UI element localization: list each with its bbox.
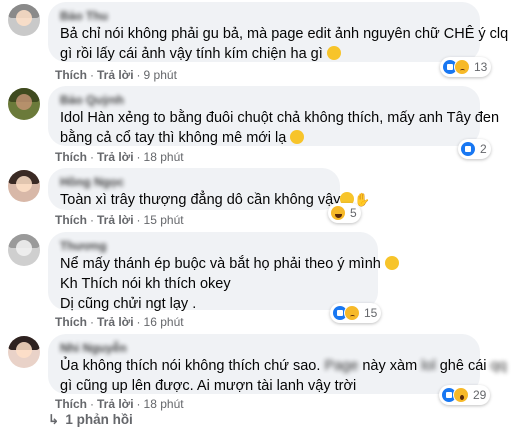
reply-button[interactable]: Trả lời: [97, 213, 134, 227]
comment-text-line: Toàn xì trây thượng đẳng dô cần không vậ…: [60, 192, 341, 208]
reaction-summary[interactable]: 5: [328, 203, 361, 223]
timestamp[interactable]: 15 phút: [144, 213, 184, 227]
comment-text-line: Nể mấy thánh ép buộc và bắt họ phải theo…: [60, 256, 381, 272]
like-button[interactable]: Thích: [55, 150, 87, 164]
comment-text-line: Dị cũng chửi ngt lạy .: [60, 296, 197, 312]
avatar[interactable]: [8, 234, 40, 266]
comment-bubble: Thương Nể mấy thánh ép buộc và bắt họ ph…: [48, 232, 399, 312]
view-replies-label: 1 phản hồi: [65, 412, 133, 427]
comment-bubble: Hồng Ngọc Toàn xì trây thượng đẳng dô cầ…: [48, 168, 371, 210]
comment-text-line: Kh Thích nói kh thích okey: [60, 276, 231, 292]
comment-author[interactable]: Hồng Ngọc: [60, 174, 328, 190]
comment-text-line: Ủa không thích nói không thích chứ sao.: [60, 358, 321, 374]
censored-word: qq: [490, 358, 507, 374]
timestamp[interactable]: 9 phút: [144, 68, 177, 82]
wow-reaction-icon: [453, 387, 469, 403]
avatar[interactable]: [8, 170, 40, 202]
comment-text-line: gì cũng up lên được. Ai mượn tài lanh vậ…: [60, 378, 357, 394]
timestamp[interactable]: 18 phút: [144, 397, 184, 411]
like-button[interactable]: Thích: [55, 68, 87, 82]
comment-bubble: Bảo Quỳnh Idol Hàn xẻng to bằng đuôi chu…: [48, 86, 500, 146]
reply-button[interactable]: Trả lời: [97, 315, 134, 329]
comment-text-line: Bả chỉ nói không phải gu bả, mà page edi…: [60, 26, 509, 42]
comment-author[interactable]: Thương: [60, 238, 366, 254]
comment-actions: Thích · Trả lời · 15 phút: [55, 213, 184, 227]
timestamp[interactable]: 16 phút: [144, 315, 184, 329]
avatar[interactable]: [8, 4, 40, 36]
censored-word: Page: [324, 358, 359, 374]
sad-reaction-icon: [344, 305, 360, 321]
comment-actions: Thích · Trả lời · 18 phút: [55, 150, 184, 164]
reply-button[interactable]: Trả lời: [97, 397, 134, 411]
comment-text-line: Idol Hàn xẻng to bằng đuôi chuột chả khô…: [60, 110, 500, 126]
haha-reaction-icon: [330, 205, 346, 221]
like-button[interactable]: Thích: [55, 213, 87, 227]
comment-text-line: bằng cả cổ tay thì không mê mới lạ: [60, 130, 287, 146]
comment-author[interactable]: Bảo Thu: [60, 8, 468, 24]
timestamp[interactable]: 18 phút: [144, 150, 184, 164]
censored-word: lol: [421, 358, 436, 374]
reply-button[interactable]: Trả lời: [97, 68, 134, 82]
reaction-summary[interactable]: 15: [330, 303, 382, 323]
reaction-count: 29: [473, 388, 487, 402]
avatar[interactable]: [8, 336, 40, 368]
reaction-count: 13: [474, 60, 488, 74]
comment-actions: Thích · Trả lời · 16 phút: [55, 315, 184, 329]
confused-face-emoji: [326, 46, 341, 60]
comment-author[interactable]: Bảo Quỳnh: [60, 92, 468, 108]
reaction-count: 15: [364, 306, 378, 320]
comment-bubble: Nhi Nguyễn Ủa không thích nói không thíc…: [48, 334, 507, 394]
like-button[interactable]: Thích: [55, 315, 87, 329]
reaction-summary[interactable]: 2: [458, 139, 491, 159]
reply-button[interactable]: Trả lời: [97, 150, 134, 164]
reaction-summary[interactable]: 29: [439, 385, 491, 405]
comment-bubble: Bảo Thu Bả chỉ nói không phải gu bả, mà …: [48, 2, 509, 62]
comment-actions: Thích · Trả lời · 18 phút: [55, 397, 184, 411]
reaction-count: 2: [480, 142, 487, 156]
reaction-count: 5: [350, 206, 357, 220]
comment-actions: Thích · Trả lời · 9 phút: [55, 68, 177, 82]
comment-text-line: gì rồi lấy cái ảnh vậy tính kím chiện ha…: [60, 46, 323, 62]
pacman-emoji: [290, 130, 305, 144]
reaction-summary[interactable]: 13: [440, 57, 492, 77]
view-replies-link[interactable]: ↳ 1 phản hồi: [48, 411, 133, 428]
like-button[interactable]: Thích: [55, 397, 87, 411]
comment-author[interactable]: Nhi Nguyễn: [60, 340, 468, 356]
smile-emoji: [384, 256, 399, 270]
avatar[interactable]: [8, 88, 40, 120]
sad-reaction-icon: [454, 59, 470, 75]
reply-arrow-icon: ↳: [48, 412, 60, 427]
like-reaction-icon: [460, 141, 476, 157]
